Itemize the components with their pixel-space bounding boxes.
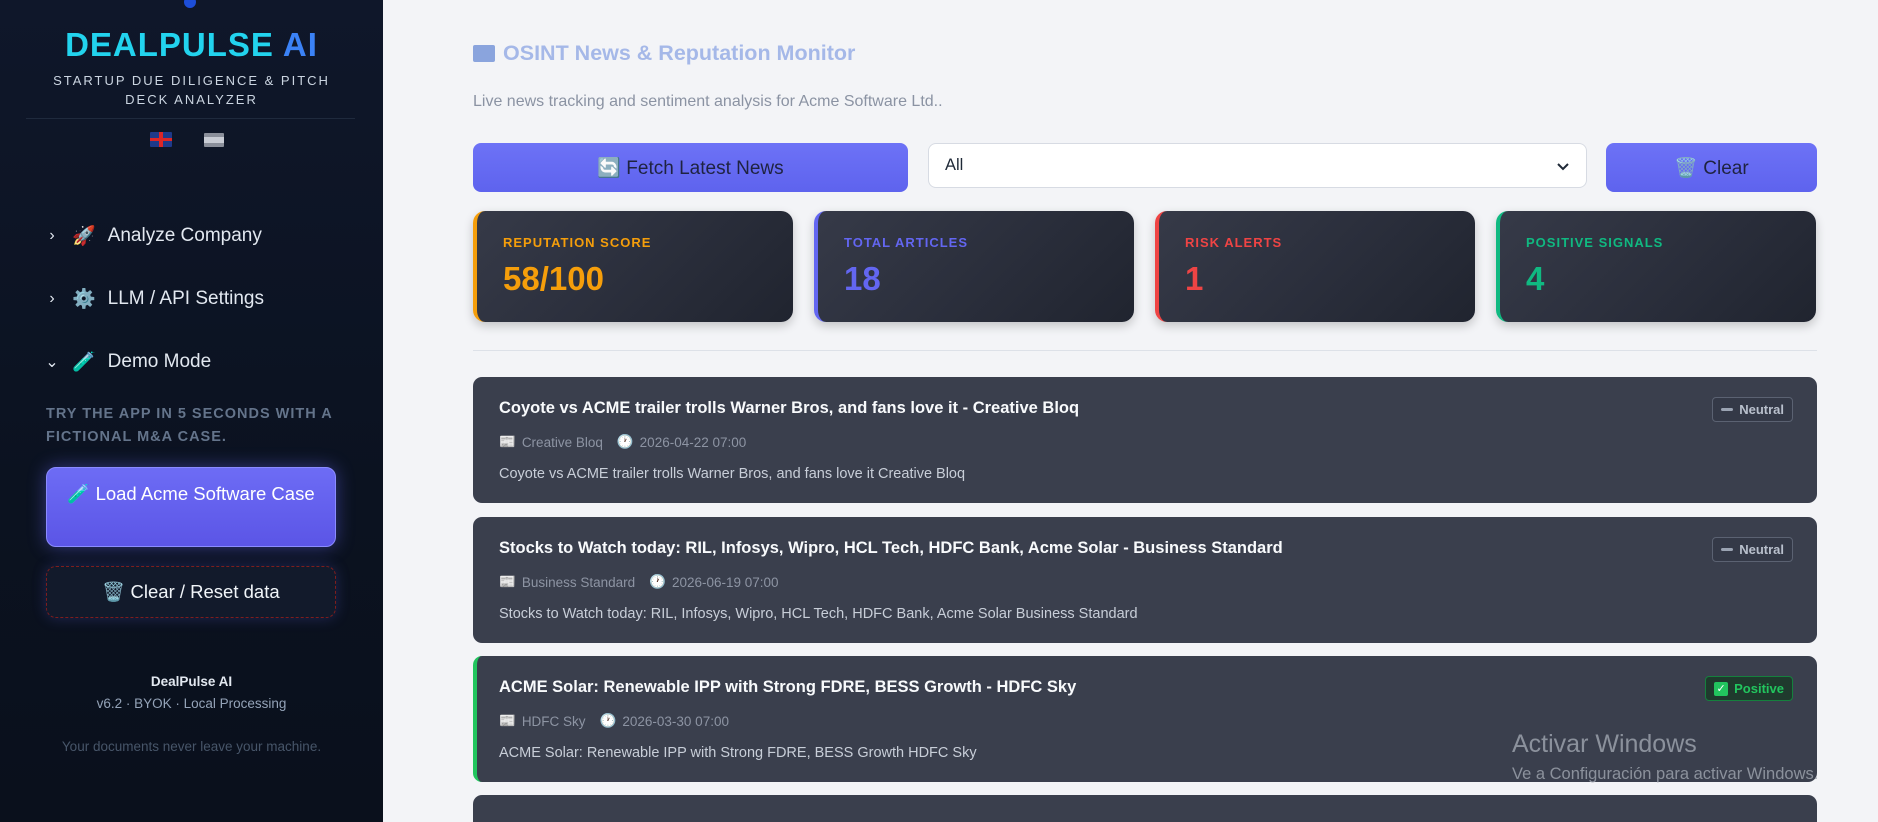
chevron-down-icon [1557, 162, 1569, 170]
sentiment-badge: Neutral [1712, 397, 1793, 422]
news-source: 📰 HDFC Sky [499, 713, 586, 729]
clear-button[interactable]: 🗑️ Clear [1606, 143, 1817, 192]
metric-value: 58/100 [503, 260, 604, 297]
news-meta: 📰 Business Standard 🕐 2026-06-19 07:00 [499, 574, 1817, 590]
chevron-right-icon: › [49, 227, 55, 244]
footer-privacy-note: Your documents never leave your machine. [61, 739, 322, 754]
metric-value: 1 [1185, 260, 1204, 297]
nav-label: Demo Mode [107, 351, 212, 372]
sentiment-badge: ✓ Positive [1705, 676, 1793, 701]
newspaper-icon: 📰 [499, 434, 516, 449]
news-date: 🕐 2026-03-30 07:00 [599, 713, 729, 729]
chart-icon [473, 45, 495, 62]
metric-value: 4 [1526, 260, 1545, 297]
es-flag-icon[interactable] [204, 133, 224, 147]
metric-value: 18 [844, 260, 881, 297]
sentiment-badge: Neutral [1712, 537, 1793, 562]
metric-positive-signals: POSITIVE SIGNALS 4 [1496, 211, 1816, 322]
metric-reputation-score: REPUTATION SCORE 58/100 [473, 211, 793, 322]
nav-analyze-company[interactable]: › 🚀 Analyze Company [44, 224, 262, 248]
newspaper-icon: 📰 [499, 713, 516, 728]
nav-llm-settings[interactable]: › ⚙️ LLM / API Settings [44, 287, 264, 311]
chevron-right-icon: › [49, 290, 55, 307]
section-divider [473, 350, 1817, 351]
neutral-dash-icon [1721, 408, 1734, 411]
clock-icon: 🕐 [616, 434, 634, 449]
metric-label: RISK ALERTS [1185, 235, 1283, 250]
language-switcher [150, 132, 224, 147]
page-subtitle: Live news tracking and sentiment analysi… [473, 93, 943, 110]
newspaper-icon: 📰 [499, 574, 516, 589]
news-description: Coyote vs ACME trailer trolls Warner Bro… [499, 466, 966, 482]
footer-app-name: DealPulse AI [150, 674, 233, 689]
news-description: Stocks to Watch today: RIL, Infosys, Wip… [499, 606, 1138, 622]
page-title: OSINT News & Reputation Monitor [473, 41, 855, 66]
rocket-icon: 🚀 [72, 226, 96, 247]
metric-label: TOTAL ARTICLES [844, 235, 969, 250]
sidebar-divider [26, 118, 355, 119]
news-date: 🕐 2026-06-19 07:00 [649, 574, 779, 590]
metric-label: POSITIVE SIGNALS [1526, 235, 1664, 250]
news-card[interactable]: Coyote vs ACME trailer trolls Warner Bro… [473, 377, 1817, 503]
news-source: 📰 Creative Bloq [499, 434, 603, 450]
uk-flag-icon[interactable] [150, 132, 172, 147]
brand-logo-text: DEALPULSE AI [65, 26, 318, 63]
metric-risk-alerts: RISK ALERTS 1 [1155, 211, 1475, 322]
nav-label: LLM / API Settings [107, 288, 264, 309]
news-meta: 📰 Creative Bloq 🕐 2026-04-22 07:00 [499, 434, 1817, 450]
neutral-dash-icon [1721, 548, 1734, 551]
test-tube-icon: 🧪 [72, 352, 96, 373]
news-card[interactable]: Stocks to Watch today: RIL, Infosys, Wip… [473, 517, 1817, 643]
clock-icon: 🕐 [649, 574, 666, 589]
news-date: 🕐 2026-04-22 07:00 [616, 434, 747, 450]
news-title[interactable]: Stocks to Watch today: RIL, Infosys, Wip… [499, 539, 1817, 558]
main-content: OSINT News & Reputation Monitor Live new… [383, 0, 1878, 822]
metric-total-articles: TOTAL ARTICLES 18 [814, 211, 1134, 322]
reset-data-button[interactable]: 🗑️ Clear / Reset data [46, 566, 336, 618]
load-demo-button[interactable]: 🧪 Load Acme Software Case [46, 467, 336, 547]
metric-label: REPUTATION SCORE [503, 235, 652, 250]
nav-demo-mode[interactable]: ⌄ 🧪 Demo Mode [44, 350, 211, 374]
clock-icon: 🕐 [599, 713, 617, 728]
windows-activation-watermark: Activar Windows [1512, 730, 1697, 758]
footer-version: v6.2 · BYOK · Local Processing [96, 696, 287, 711]
sidebar: DEALPULSE AI STARTUP DUE DILIGENCE & PIT… [0, 0, 383, 822]
news-source: 📰 Business Standard [499, 574, 636, 590]
nav-label: Analyze Company [107, 225, 262, 246]
check-icon: ✓ [1714, 681, 1729, 696]
news-card[interactable] [473, 795, 1817, 822]
sentiment-filter-select[interactable]: All [928, 143, 1587, 188]
demo-description: TRY THE APP IN 5 SECONDS WITH A FICTIONA… [46, 406, 333, 445]
news-meta: 📰 HDFC Sky 🕐 2026-03-30 07:00 [499, 713, 1817, 729]
gear-icon: ⚙️ [72, 289, 96, 310]
windows-activation-hint: Ve a Configuración para activar Windows. [1512, 765, 1819, 783]
news-card[interactable]: ACME Solar: Renewable IPP with Strong FD… [473, 656, 1817, 782]
news-title[interactable]: Coyote vs ACME trailer trolls Warner Bro… [499, 399, 1817, 418]
chevron-down-icon: ⌄ [45, 354, 59, 371]
news-title[interactable]: ACME Solar: Renewable IPP with Strong FD… [499, 678, 1817, 697]
tagline: STARTUP DUE DILIGENCE & PITCH DECK ANALY… [53, 73, 330, 107]
select-value: All [945, 156, 964, 174]
logo-network-icon [184, 0, 196, 8]
fetch-news-button[interactable]: 🔄 Fetch Latest News [473, 143, 908, 192]
